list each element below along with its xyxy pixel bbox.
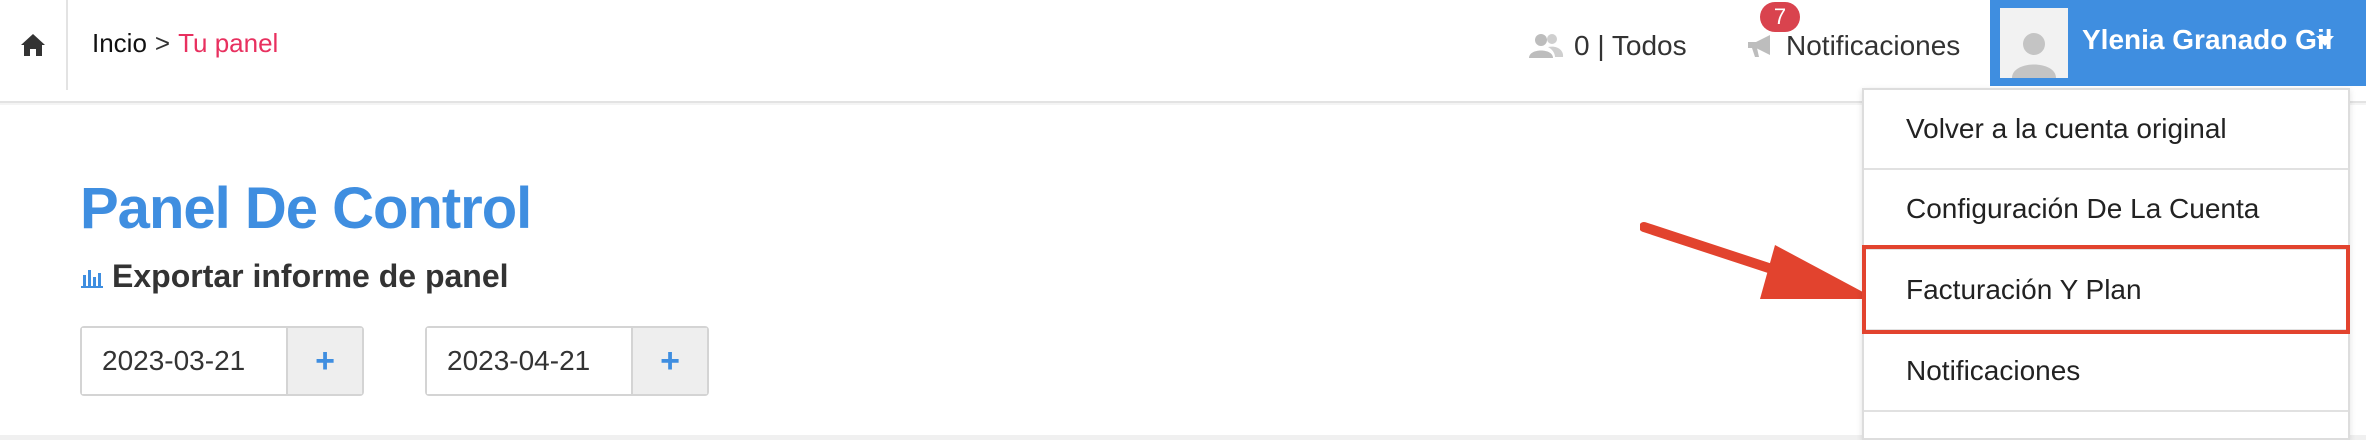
export-report-link[interactable]: Exportar informe de panel — [80, 258, 509, 295]
date-from-plus-button[interactable]: + — [286, 328, 362, 394]
notifications-badge: 7 — [1760, 2, 1800, 32]
breadcrumb-home-link[interactable]: Incio — [92, 28, 147, 59]
menu-item-notifications[interactable]: Notificaciones — [1864, 332, 2348, 412]
page-title: Panel De Control — [80, 176, 532, 241]
home-button[interactable] — [0, 0, 68, 90]
date-to-input[interactable] — [427, 328, 631, 394]
date-from-group: + — [80, 326, 364, 396]
date-to-plus-button[interactable]: + — [631, 328, 707, 394]
menu-item-back-to-original-account[interactable]: Volver a la cuenta original — [1864, 90, 2348, 170]
annotation-arrow — [1640, 222, 1876, 299]
breadcrumb-current: Tu panel — [178, 28, 279, 58]
user-menu-button[interactable]: Ylenia Granado Gil — [1990, 0, 2366, 86]
users-stat-text: 0 | Todos — [1574, 30, 1687, 61]
notifications-label: Notificaciones — [1786, 30, 1961, 61]
avatar — [2000, 8, 2068, 78]
users-icon — [1529, 34, 1564, 58]
megaphone-icon — [1748, 35, 1770, 57]
caret-down-icon — [2316, 36, 2334, 46]
date-from-input[interactable] — [82, 328, 286, 394]
avatar-placeholder-icon — [2012, 33, 2056, 78]
date-to-group: + — [425, 326, 709, 396]
home-icon — [21, 34, 45, 56]
export-report-label: Exportar informe de panel — [112, 258, 509, 294]
breadcrumb: Incio > Tu panel — [92, 28, 278, 59]
user-dropdown-menu: Volver a la cuenta original Configuració… — [1862, 88, 2350, 440]
bar-chart-icon — [81, 269, 103, 288]
notifications-button[interactable]: Notificaciones — [1746, 30, 1960, 62]
menu-item-account-settings[interactable]: Configuración De La Cuenta — [1864, 170, 2348, 250]
menu-item-billing-and-plan[interactable]: Facturación Y Plan — [1864, 251, 2348, 331]
breadcrumb-separator: > — [154, 28, 171, 58]
user-name: Ylenia Granado Gil — [2082, 24, 2333, 55]
users-stat[interactable]: 0 | Todos — [1528, 30, 1687, 62]
